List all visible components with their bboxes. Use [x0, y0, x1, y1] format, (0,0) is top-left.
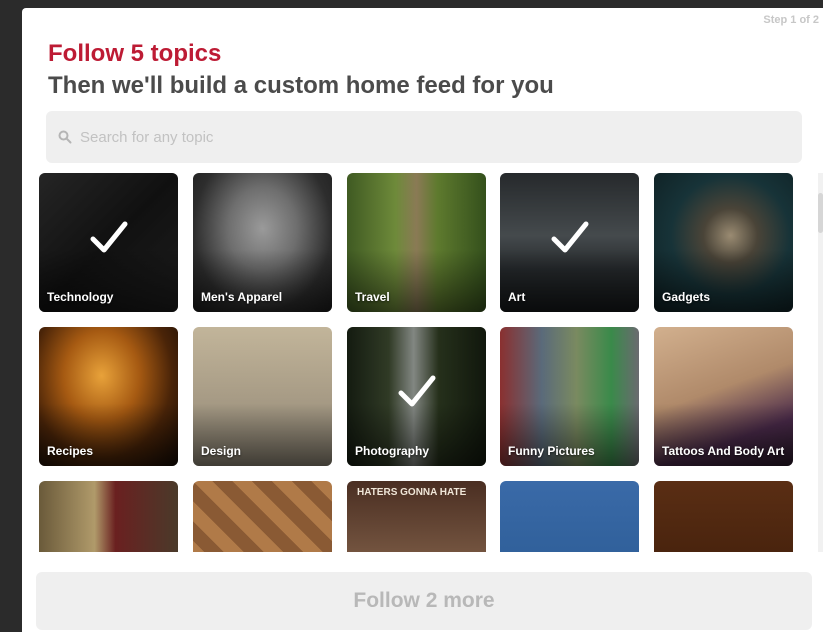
topic-tile-technology[interactable]: Technology: [39, 173, 178, 312]
modal-subtitle: Then we'll build a custom home feed for …: [48, 72, 554, 99]
topic-tile-gadgets[interactable]: Gadgets: [654, 173, 793, 312]
topic-label: Funny Pictures: [508, 444, 595, 458]
topic-label: Technology: [47, 290, 114, 304]
topic-label: Gadgets: [662, 290, 711, 304]
topic-tile[interactable]: [39, 481, 178, 552]
topic-label: Design: [201, 444, 242, 458]
search-icon: [58, 130, 72, 144]
topic-image: [193, 481, 332, 552]
topic-tile-art[interactable]: Art: [500, 173, 639, 312]
topic-tile-tattoos-and-body-art[interactable]: Tattoos And Body Art: [654, 327, 793, 466]
topic-tile-funny-pictures[interactable]: Funny Pictures: [500, 327, 639, 466]
topic-label: Men's Apparel: [201, 290, 283, 304]
topic-label: Photography: [355, 444, 429, 458]
search-input[interactable]: [80, 128, 780, 146]
window-frame-top: [0, 0, 823, 8]
topic-tile-travel[interactable]: Travel: [347, 173, 486, 312]
checkmark-icon: [398, 375, 435, 406]
topic-tile[interactable]: [500, 481, 639, 552]
checkmark-icon: [551, 221, 588, 252]
scrollbar[interactable]: [818, 173, 823, 553]
topic-picker-modal: Step 1 of 2 Follow 5 topics Then we'll b…: [22, 8, 823, 632]
step-indicator: Step 1 of 2: [763, 14, 819, 26]
search-bar[interactable]: [46, 111, 802, 163]
topic-tile[interactable]: HATERS GONNA HATE: [347, 481, 486, 552]
topic-image: [654, 481, 793, 552]
topic-label: Art: [508, 290, 526, 304]
topic-tile[interactable]: [193, 481, 332, 552]
topic-tile[interactable]: [654, 481, 793, 552]
topic-label: Travel: [355, 290, 390, 304]
modal-title: Follow 5 topics: [48, 40, 222, 67]
topic-image: [500, 481, 639, 552]
topic-tile-design[interactable]: Design: [193, 327, 332, 466]
topic-image: [39, 481, 178, 552]
follow-more-button[interactable]: Follow 2 more: [36, 572, 812, 630]
modal-footer: Follow 2 more: [22, 552, 823, 632]
tile-overlay-text: HATERS GONNA HATE: [357, 487, 467, 498]
checkmark-icon: [90, 221, 127, 252]
topic-tile-mens-apparel[interactable]: Men's Apparel: [193, 173, 332, 312]
topic-tile-photography[interactable]: Photography: [347, 327, 486, 466]
topic-tile-recipes[interactable]: Recipes: [39, 327, 178, 466]
topic-label: Recipes: [47, 444, 94, 458]
window-frame-left: [0, 0, 22, 632]
topic-label: Tattoos And Body Art: [662, 444, 785, 458]
scrollbar-thumb[interactable]: [818, 193, 823, 233]
topic-grid: Technology Men's Apparel Travel Art Gadg…: [22, 168, 823, 552]
